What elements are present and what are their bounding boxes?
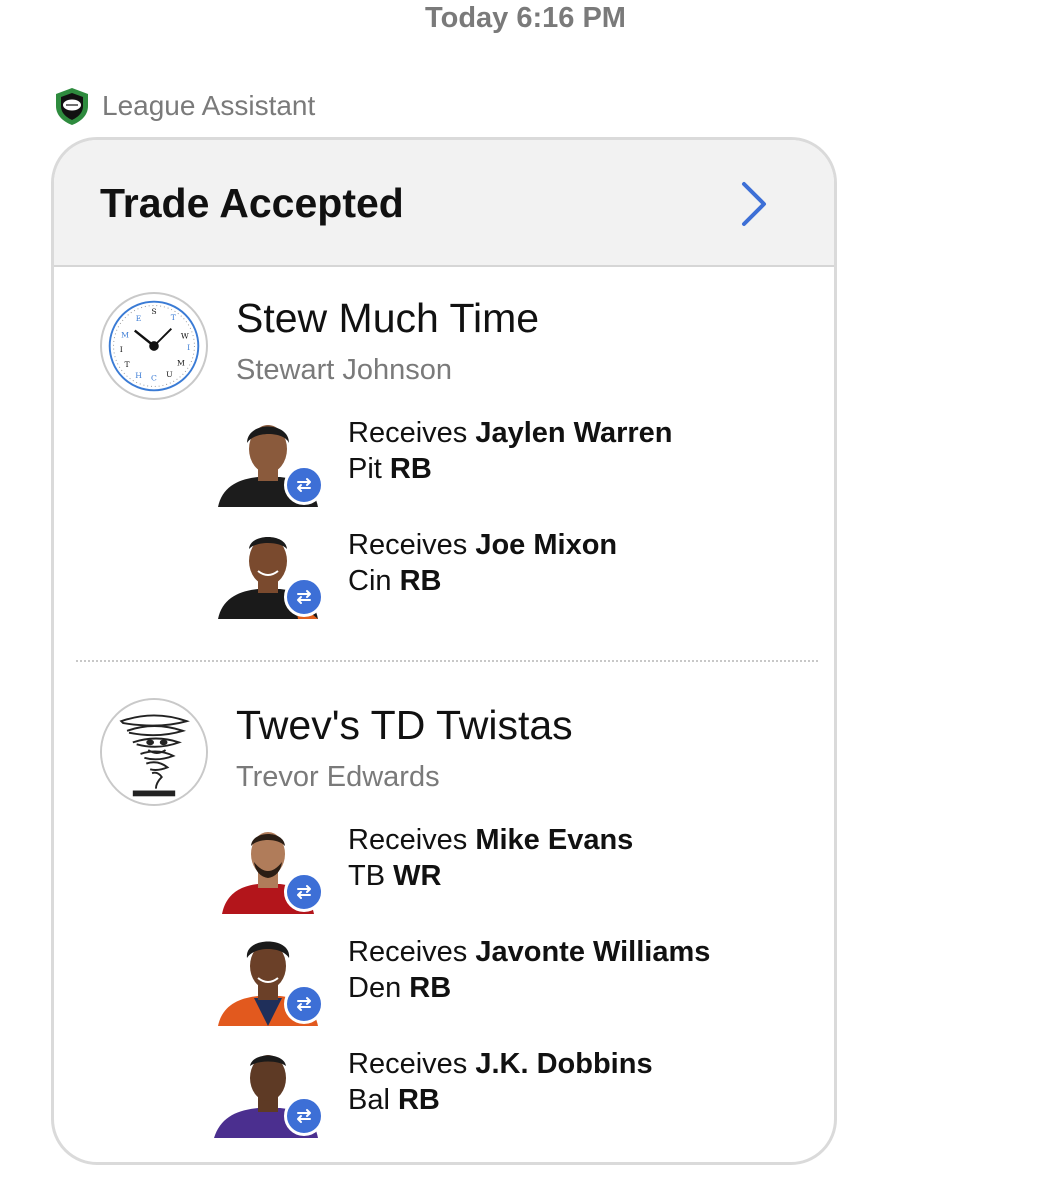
- trade-swap-icon: [284, 984, 324, 1024]
- trade-swap-icon: [284, 577, 324, 617]
- trade-swap-icon: [284, 465, 324, 505]
- action-label: Receives: [348, 824, 468, 856]
- card-header[interactable]: Trade Accepted: [54, 140, 834, 267]
- team-divider: [76, 660, 818, 662]
- action-label: Receives: [348, 936, 468, 968]
- player-team-position: Pit RB: [348, 453, 432, 486]
- svg-text:W: W: [181, 331, 189, 340]
- chevron-right-icon[interactable]: [736, 178, 772, 230]
- player-name: Jaylen Warren: [475, 417, 673, 449]
- svg-text:H: H: [135, 371, 142, 380]
- player-name: Javonte Williams: [475, 936, 711, 968]
- trade-card[interactable]: Trade Accepted S T E W M I I M T U C H S…: [51, 137, 837, 1165]
- sender-row: League Assistant: [52, 84, 315, 128]
- sender-name: League Assistant: [102, 90, 316, 121]
- player-team: Den: [348, 972, 402, 1004]
- player-receives: Receives Mike Evans: [348, 824, 633, 857]
- svg-text:E: E: [136, 314, 142, 323]
- player-team-position: TB WR: [348, 860, 441, 893]
- action-label: Receives: [348, 1048, 468, 1080]
- message-timestamp: Today 6:16 PM: [425, 2, 626, 34]
- player-receives: Receives Joe Mixon: [348, 529, 617, 562]
- svg-text:T: T: [124, 360, 130, 369]
- player-receives: Receives Javonte Williams: [348, 936, 710, 969]
- svg-text:S: S: [151, 307, 156, 316]
- svg-text:M: M: [177, 358, 185, 367]
- player-row[interactable]: Receives Javonte Williams Den RB: [214, 934, 774, 1026]
- player-receives: Receives Jaylen Warren: [348, 417, 673, 450]
- trade-swap-icon: [284, 1096, 324, 1136]
- svg-text:T: T: [171, 313, 177, 322]
- player-row[interactable]: Receives J.K. Dobbins Bal RB: [214, 1046, 774, 1138]
- svg-text:I: I: [120, 345, 123, 354]
- tornado-icon: [100, 698, 208, 806]
- player-team-position: Den RB: [348, 972, 451, 1005]
- player-team: Bal: [348, 1084, 390, 1116]
- svg-text:M: M: [121, 330, 129, 339]
- player-team-position: Bal RB: [348, 1084, 440, 1117]
- owner-name: Stewart Johnson: [236, 354, 453, 386]
- player-receives: Receives J.K. Dobbins: [348, 1048, 653, 1081]
- svg-text:C: C: [151, 374, 157, 383]
- svg-text:I: I: [187, 343, 190, 352]
- player-row[interactable]: Receives Jaylen Warren Pit RB: [214, 415, 774, 507]
- player-position: WR: [393, 860, 442, 892]
- player-position: RB: [397, 1084, 440, 1116]
- player-team: TB: [348, 860, 386, 892]
- player-team: Cin: [348, 565, 392, 597]
- svg-text:U: U: [166, 370, 173, 379]
- football-shield-icon: [56, 88, 88, 125]
- team-name: Twev's TD Twistas: [236, 702, 573, 748]
- player-team: Pit: [348, 453, 382, 485]
- player-position: RB: [399, 565, 442, 597]
- player-position: RB: [409, 972, 452, 1004]
- action-label: Receives: [348, 417, 468, 449]
- card-title: Trade Accepted: [100, 180, 404, 226]
- team-name: Stew Much Time: [236, 295, 540, 341]
- action-label: Receives: [348, 529, 468, 561]
- clock-icon: S T E W M I I M T U C H: [100, 292, 208, 400]
- owner-name: Trevor Edwards: [236, 761, 440, 793]
- player-team-position: Cin RB: [348, 565, 441, 598]
- player-name: Mike Evans: [475, 824, 634, 856]
- player-row[interactable]: Receives Joe Mixon Cin RB: [214, 527, 774, 619]
- player-row[interactable]: Receives Mike Evans TB WR: [214, 822, 774, 914]
- player-name: J.K. Dobbins: [475, 1048, 653, 1080]
- trade-swap-icon: [284, 872, 324, 912]
- player-position: RB: [389, 453, 432, 485]
- player-name: Joe Mixon: [475, 529, 618, 561]
